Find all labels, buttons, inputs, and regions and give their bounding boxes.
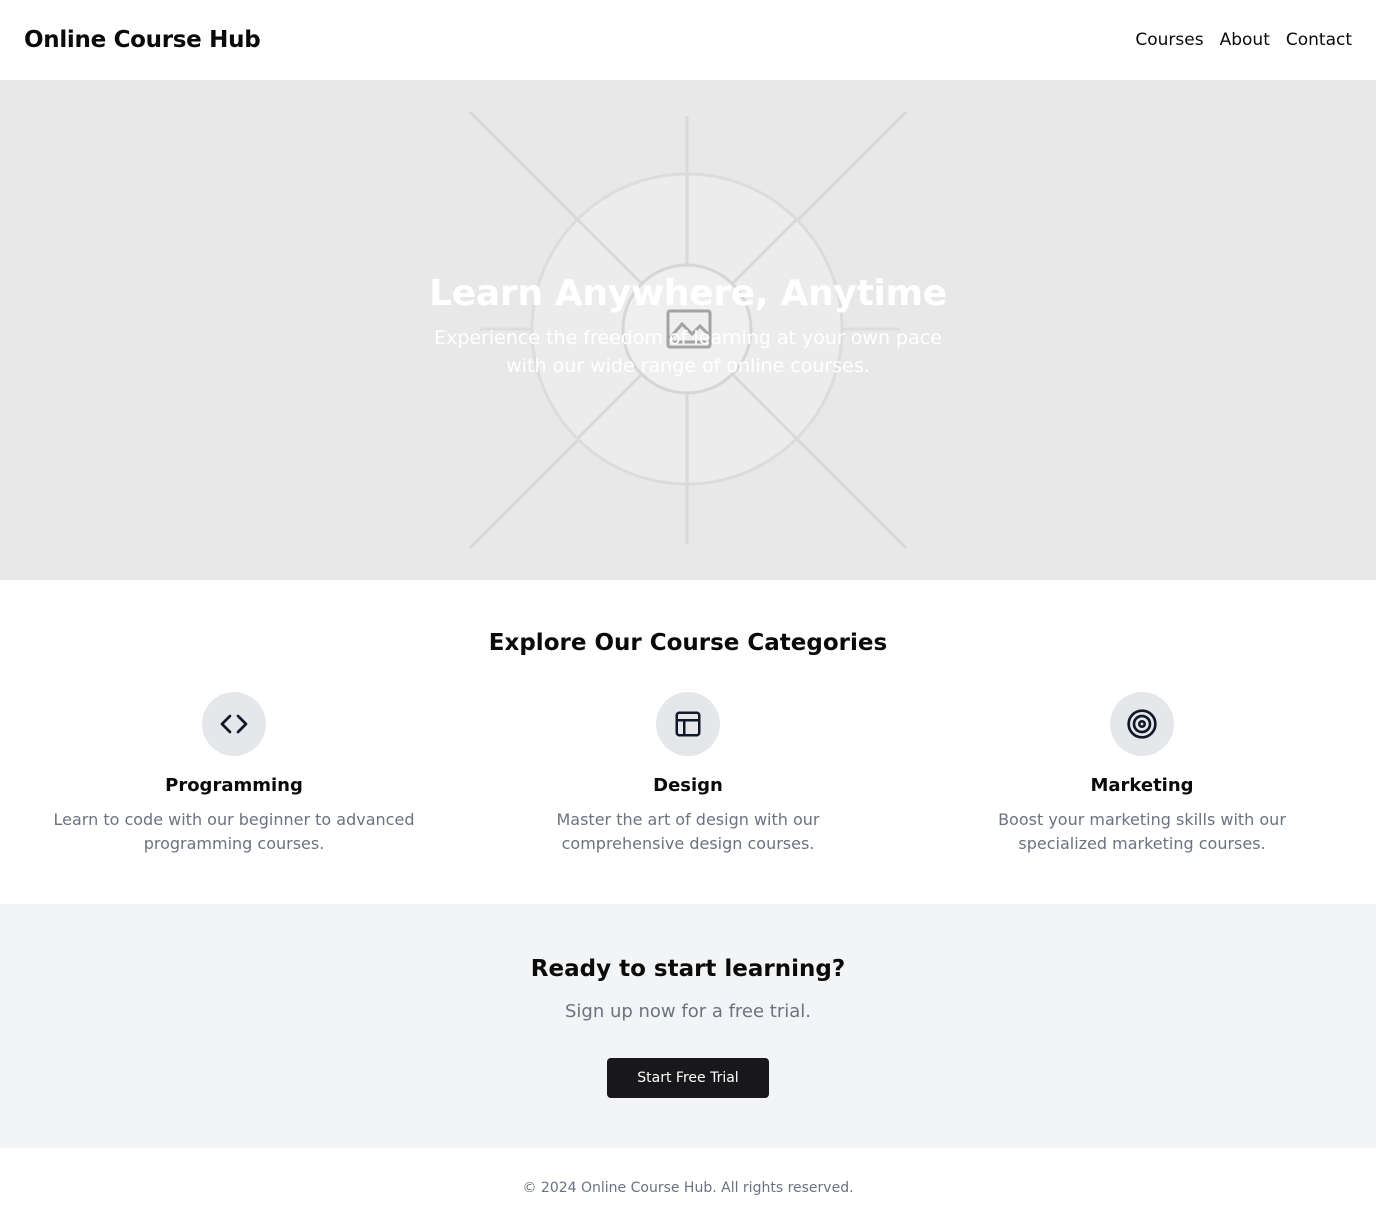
nav-link-courses[interactable]: Courses bbox=[1135, 30, 1203, 50]
category-card-design[interactable]: Design Master the art of design with our… bbox=[478, 692, 898, 856]
category-title: Marketing bbox=[1090, 775, 1194, 796]
category-description: Master the art of design with our compre… bbox=[556, 810, 820, 853]
cta-section: Ready to start learning? Sign up now for… bbox=[0, 904, 1376, 1148]
category-card-marketing[interactable]: Marketing Boost your marketing skills wi… bbox=[932, 692, 1352, 856]
target-icon bbox=[1110, 692, 1174, 756]
category-title: Programming bbox=[165, 775, 303, 796]
cta-title: Ready to start learning? bbox=[530, 956, 846, 982]
nav-link-contact[interactable]: Contact bbox=[1286, 30, 1352, 50]
categories-title: Explore Our Course Categories bbox=[488, 630, 888, 656]
nav-link-about[interactable]: About bbox=[1220, 30, 1270, 50]
start-free-trial-button[interactable]: Start Free Trial bbox=[607, 1058, 769, 1098]
code-icon bbox=[202, 692, 266, 756]
category-description: Learn to code with our beginner to advan… bbox=[53, 810, 415, 853]
brand-logo[interactable]: Online Course Hub bbox=[24, 27, 261, 53]
main-nav: Courses About Contact bbox=[1135, 30, 1352, 50]
categories-section: Explore Our Course Categories Programmin… bbox=[0, 580, 1376, 904]
footer-copyright: © 2024 Online Course Hub. All rights res… bbox=[522, 1180, 854, 1196]
layout-icon bbox=[656, 692, 720, 756]
category-description: Boost your marketing skills with our spe… bbox=[998, 810, 1286, 853]
category-card-programming[interactable]: Programming Learn to code with our begin… bbox=[24, 692, 444, 856]
hero-title: Learn Anywhere, Anytime bbox=[429, 273, 947, 314]
category-grid: Programming Learn to code with our begin… bbox=[0, 692, 1376, 856]
hero-content: Learn Anywhere, Anytime Experience the f… bbox=[0, 272, 1376, 380]
site-header: Online Course Hub Courses About Contact bbox=[0, 0, 1376, 80]
cta-subtitle: Sign up now for a free trial. bbox=[564, 1001, 812, 1022]
hero-section: Learn Anywhere, Anytime Experience the f… bbox=[0, 80, 1376, 580]
site-footer: © 2024 Online Course Hub. All rights res… bbox=[0, 1148, 1376, 1228]
category-title: Design bbox=[653, 775, 723, 796]
hero-subtitle: Experience the freedom of learning at yo… bbox=[434, 327, 942, 377]
